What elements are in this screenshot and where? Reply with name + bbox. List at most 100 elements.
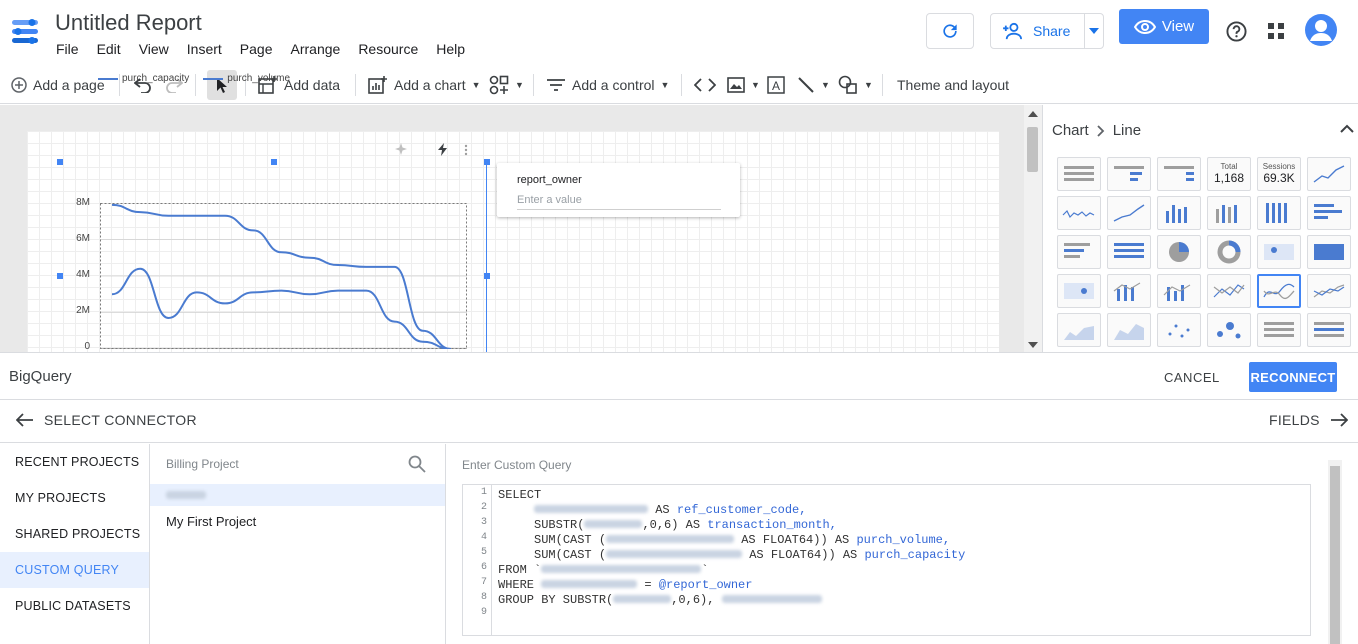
menu-view[interactable]: View: [139, 41, 169, 57]
avatar[interactable]: [1305, 14, 1337, 46]
menu-insert[interactable]: Insert: [187, 41, 222, 57]
selection-handle[interactable]: [57, 273, 63, 279]
scroll-up-icon[interactable]: [1028, 111, 1038, 117]
chart-type-line2[interactable]: [1207, 274, 1251, 308]
chevron-right-icon: [1097, 124, 1104, 137]
chart-type-column[interactable]: [1157, 196, 1201, 230]
sparkle-icon[interactable]: [395, 143, 407, 155]
chart-type-pivot[interactable]: [1257, 313, 1301, 347]
connector-name: BigQuery: [9, 368, 72, 385]
chart-type-timeseries[interactable]: [1057, 196, 1101, 230]
chart-type-geo-filled[interactable]: [1307, 235, 1351, 269]
shape-button[interactable]: ▼: [838, 66, 873, 104]
community-viz-button[interactable]: ▼: [489, 66, 524, 104]
sql-line: SUM(CAST ( AS FLOAT64)) AS purch_capacit…: [534, 548, 966, 562]
query-scrollbar[interactable]: [1328, 460, 1342, 644]
theme-layout-button[interactable]: Theme and layout: [897, 66, 1009, 104]
control-label: report_owner: [517, 174, 582, 186]
select-connector-link[interactable]: SELECT CONNECTOR: [16, 412, 197, 428]
billing-project-item-selected[interactable]: [150, 484, 445, 506]
scroll-down-icon[interactable]: [1028, 342, 1038, 348]
chart-type-combo2[interactable]: [1157, 274, 1201, 308]
sql-editor[interactable]: 1 2 3 4 5 6 7 8 9 SELECT AS ref_customer…: [462, 484, 1311, 636]
apps-grid-icon[interactable]: [1268, 23, 1284, 39]
chart-type-line-smooth[interactable]: [1257, 274, 1301, 308]
more-vert-icon[interactable]: [464, 144, 468, 156]
cancel-button[interactable]: CANCEL: [1164, 370, 1220, 385]
image-button[interactable]: ▼: [727, 66, 760, 104]
nav-my-projects[interactable]: MY PROJECTS: [0, 480, 149, 516]
chart-type-geo2[interactable]: [1057, 274, 1101, 308]
chart-type-icon: [1213, 284, 1245, 298]
help-icon[interactable]: [1226, 21, 1247, 42]
selection-handle[interactable]: [57, 159, 63, 165]
selection-handle[interactable]: [484, 273, 490, 279]
add-chart-button[interactable]: Add a chart ▼: [368, 66, 481, 104]
chart-type-table[interactable]: [1057, 157, 1101, 191]
series-line-purch_volume[interactable]: [111, 267, 452, 349]
collapse-icon[interactable]: [1340, 124, 1354, 133]
text-box-icon[interactable]: A: [767, 76, 785, 94]
breadcrumb-root[interactable]: Chart: [1052, 122, 1089, 139]
line-chart[interactable]: [100, 203, 467, 349]
refresh-button[interactable]: [926, 13, 974, 49]
selection-handle[interactable]: [271, 159, 277, 165]
menu-page[interactable]: Page: [240, 41, 273, 57]
series-line-purch_capacity[interactable]: [111, 203, 452, 349]
chart-type-pie[interactable]: [1157, 235, 1201, 269]
chart-type-geo[interactable]: [1257, 235, 1301, 269]
chart-type-donut[interactable]: [1207, 235, 1251, 269]
menu-arrange[interactable]: Arrange: [291, 41, 341, 57]
reconnect-button[interactable]: RECONNECT: [1249, 362, 1337, 392]
chart-type-scorecard[interactable]: Total 1,168: [1207, 157, 1251, 191]
nav-public-datasets[interactable]: PUBLIC DATASETS: [0, 588, 149, 624]
chart-type-area2[interactable]: [1107, 313, 1151, 347]
fields-link[interactable]: FIELDS: [1269, 412, 1348, 428]
menu-resource[interactable]: Resource: [358, 41, 418, 57]
share-button[interactable]: Share: [990, 13, 1104, 49]
data-studio-logo-icon[interactable]: [12, 16, 38, 46]
canvas-scrollbar[interactable]: [1024, 105, 1042, 352]
add-data-button[interactable]: Add data: [258, 66, 340, 104]
menu-help[interactable]: Help: [436, 41, 465, 57]
chart-type-column-stacked[interactable]: [1207, 196, 1251, 230]
chart-type-bar-h-stacked[interactable]: [1107, 235, 1151, 269]
chart-type-bubble[interactable]: [1207, 313, 1251, 347]
chart-type-bar[interactable]: [1307, 196, 1351, 230]
add-page-button[interactable]: Add a page: [11, 66, 105, 104]
chart-type-combo[interactable]: [1107, 274, 1151, 308]
bigquery-header: BigQuery CANCEL RECONNECT: [0, 356, 1358, 400]
control-input[interactable]: Enter a value: [517, 194, 721, 210]
chart-type-column-100[interactable]: [1257, 196, 1301, 230]
report-title[interactable]: Untitled Report: [55, 10, 202, 36]
scrollbar-thumb[interactable]: [1027, 127, 1038, 172]
menu-file[interactable]: File: [56, 41, 79, 57]
nav-custom-query[interactable]: CUSTOM QUERY: [0, 552, 149, 588]
scrollbar-thumb[interactable]: [1330, 466, 1340, 644]
chart-type-scatter[interactable]: [1157, 313, 1201, 347]
view-button[interactable]: View: [1119, 9, 1209, 44]
chart-type-table-heatmap[interactable]: [1157, 157, 1201, 191]
chart-type-table-bars[interactable]: [1107, 157, 1151, 191]
share-dropdown-icon[interactable]: [1089, 28, 1099, 34]
arrow-forward-icon: [1330, 413, 1348, 427]
chart-type-bar-h[interactable]: [1057, 235, 1101, 269]
search-icon[interactable]: [408, 455, 426, 473]
chart-type-line[interactable]: [1107, 196, 1151, 230]
chart-type-pivot2[interactable]: [1307, 313, 1351, 347]
add-control-button[interactable]: Add a control ▼: [546, 66, 669, 104]
line-button[interactable]: ▼: [797, 66, 830, 104]
chart-type-line3[interactable]: [1307, 274, 1351, 308]
y-tick-label: 8M: [76, 197, 90, 208]
nav-recent-projects[interactable]: RECENT PROJECTS: [0, 444, 149, 480]
report-owner-control[interactable]: report_owner Enter a value: [497, 163, 740, 217]
selection-handle[interactable]: [484, 159, 490, 165]
chart-type-area[interactable]: [1057, 313, 1101, 347]
nav-shared-projects[interactable]: SHARED PROJECTS: [0, 516, 149, 552]
lightning-icon[interactable]: [438, 143, 448, 156]
chart-type-scorecard[interactable]: Sessions 69.3K: [1257, 157, 1301, 191]
chart-type-spark[interactable]: [1307, 157, 1351, 191]
billing-project-item[interactable]: My First Project: [166, 514, 256, 529]
menu-edit[interactable]: Edit: [97, 41, 121, 57]
code-icon[interactable]: [694, 78, 716, 92]
